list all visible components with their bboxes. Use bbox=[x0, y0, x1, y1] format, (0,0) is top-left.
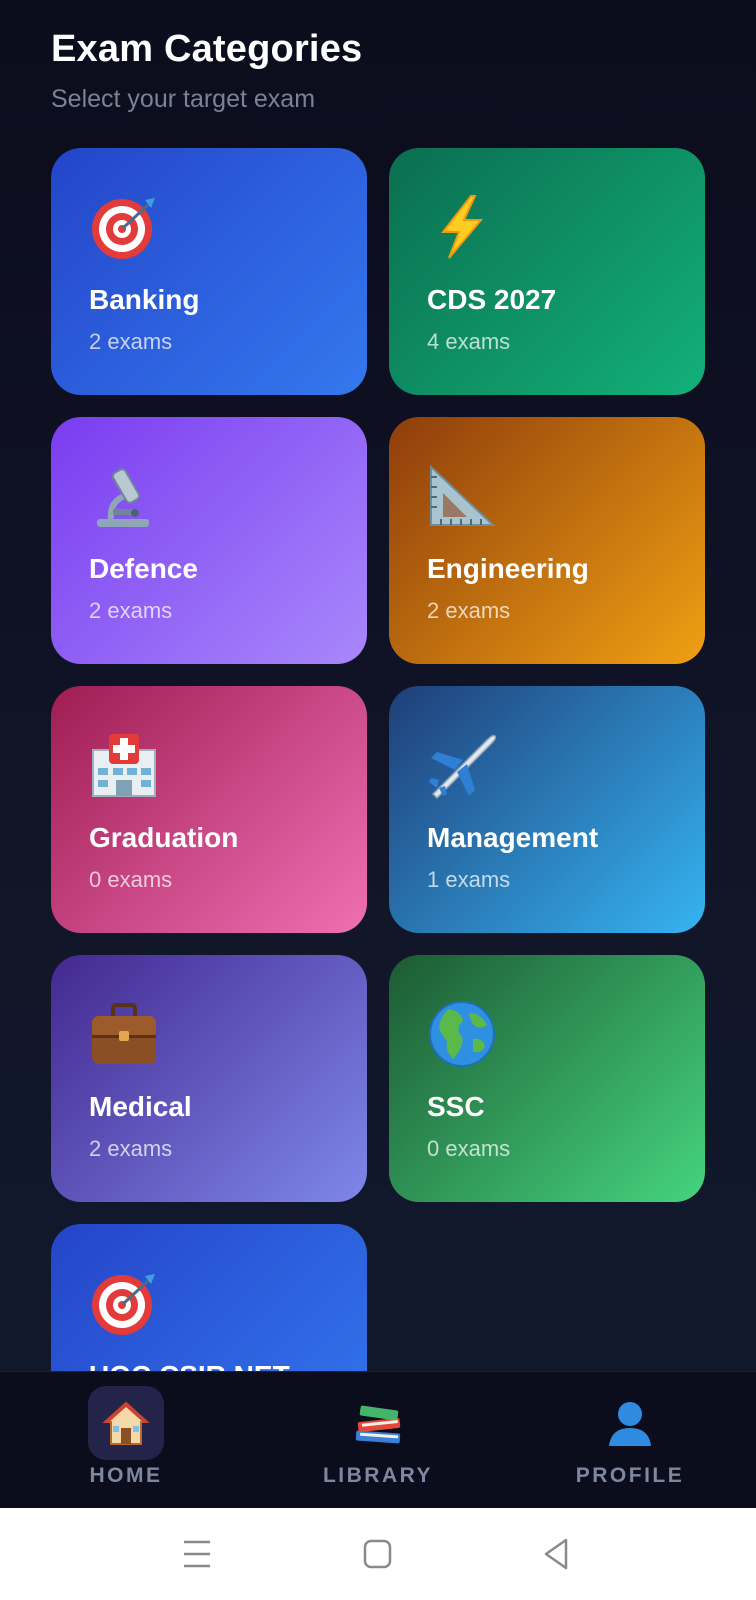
nav-home-label: HOME bbox=[89, 1464, 163, 1487]
globe-icon bbox=[429, 1001, 495, 1067]
category-count: 2 exams bbox=[89, 598, 173, 623]
system-navigation-bar bbox=[0, 1508, 756, 1600]
category-count: 2 exams bbox=[427, 598, 511, 623]
nav-profile[interactable]: PROFILE bbox=[530, 1372, 730, 1509]
house-icon bbox=[102, 1401, 150, 1445]
lightning-icon bbox=[440, 195, 484, 259]
category-name: UGC CSIR NET bbox=[89, 1360, 290, 1371]
back-icon[interactable] bbox=[542, 1534, 572, 1574]
category-name: Banking bbox=[89, 284, 200, 315]
home-square-icon[interactable] bbox=[362, 1534, 394, 1574]
category-card-ugc-csir-net[interactable]: UGC CSIR NET bbox=[51, 1224, 367, 1371]
nav-library[interactable]: LIBRARY bbox=[278, 1372, 478, 1509]
category-card-ssc[interactable]: SSC 0 exams bbox=[389, 955, 705, 1202]
category-name: Medical bbox=[89, 1091, 192, 1122]
category-card-defence[interactable]: Defence 2 exams bbox=[51, 417, 367, 664]
category-count: 4 exams bbox=[427, 329, 511, 354]
category-name: Engineering bbox=[427, 553, 589, 584]
target-icon bbox=[92, 1274, 155, 1335]
page-subtitle: Select your target exam bbox=[51, 85, 316, 113]
category-count: 1 exams bbox=[427, 867, 511, 892]
microscope-icon bbox=[97, 468, 149, 527]
target-icon bbox=[92, 198, 155, 259]
nav-profile-label: PROFILE bbox=[575, 1464, 685, 1487]
category-scroll-area[interactable]: Banking 2 exams CDS 2027 4 exams Defence… bbox=[0, 148, 756, 1371]
category-name: CDS 2027 bbox=[427, 284, 557, 315]
nav-library-label: LIBRARY bbox=[322, 1464, 434, 1487]
category-card-banking[interactable]: Banking 2 exams bbox=[51, 148, 367, 395]
hospital-icon bbox=[92, 734, 156, 797]
category-count: 2 exams bbox=[89, 1136, 173, 1161]
bottom-navigation: HOME LIBRARY PROFILE bbox=[0, 1371, 756, 1509]
triangle-ruler-icon bbox=[430, 464, 496, 526]
menu-icon[interactable] bbox=[182, 1534, 212, 1574]
category-count: 0 exams bbox=[427, 1136, 511, 1161]
category-name: Defence bbox=[89, 553, 198, 584]
category-name: Management bbox=[427, 822, 599, 853]
category-count: 0 exams bbox=[89, 867, 173, 892]
category-card-cds-2027[interactable]: CDS 2027 4 exams bbox=[389, 148, 705, 395]
page-title: Exam Categories bbox=[51, 28, 363, 70]
nav-home[interactable]: HOME bbox=[26, 1372, 226, 1509]
category-card-engineering[interactable]: Engineering 2 exams bbox=[389, 417, 705, 664]
nav-library-icon-wrap bbox=[340, 1386, 416, 1460]
nav-home-highlight bbox=[88, 1386, 164, 1460]
category-name: Graduation bbox=[89, 822, 239, 853]
books-icon bbox=[355, 1405, 401, 1444]
nav-profile-icon-wrap bbox=[592, 1386, 668, 1460]
category-count: 2 exams bbox=[89, 329, 173, 354]
page-header: Exam Categories Select your target exam bbox=[51, 28, 362, 114]
category-card-management[interactable]: Management 1 exams bbox=[389, 686, 705, 933]
airplane-icon bbox=[429, 734, 497, 800]
briefcase-icon bbox=[92, 1003, 156, 1064]
category-card-graduation[interactable]: Graduation 0 exams bbox=[51, 686, 367, 933]
user-icon bbox=[609, 1402, 651, 1446]
category-name: SSC bbox=[427, 1091, 485, 1122]
category-card-medical[interactable]: Medical 2 exams bbox=[51, 955, 367, 1202]
